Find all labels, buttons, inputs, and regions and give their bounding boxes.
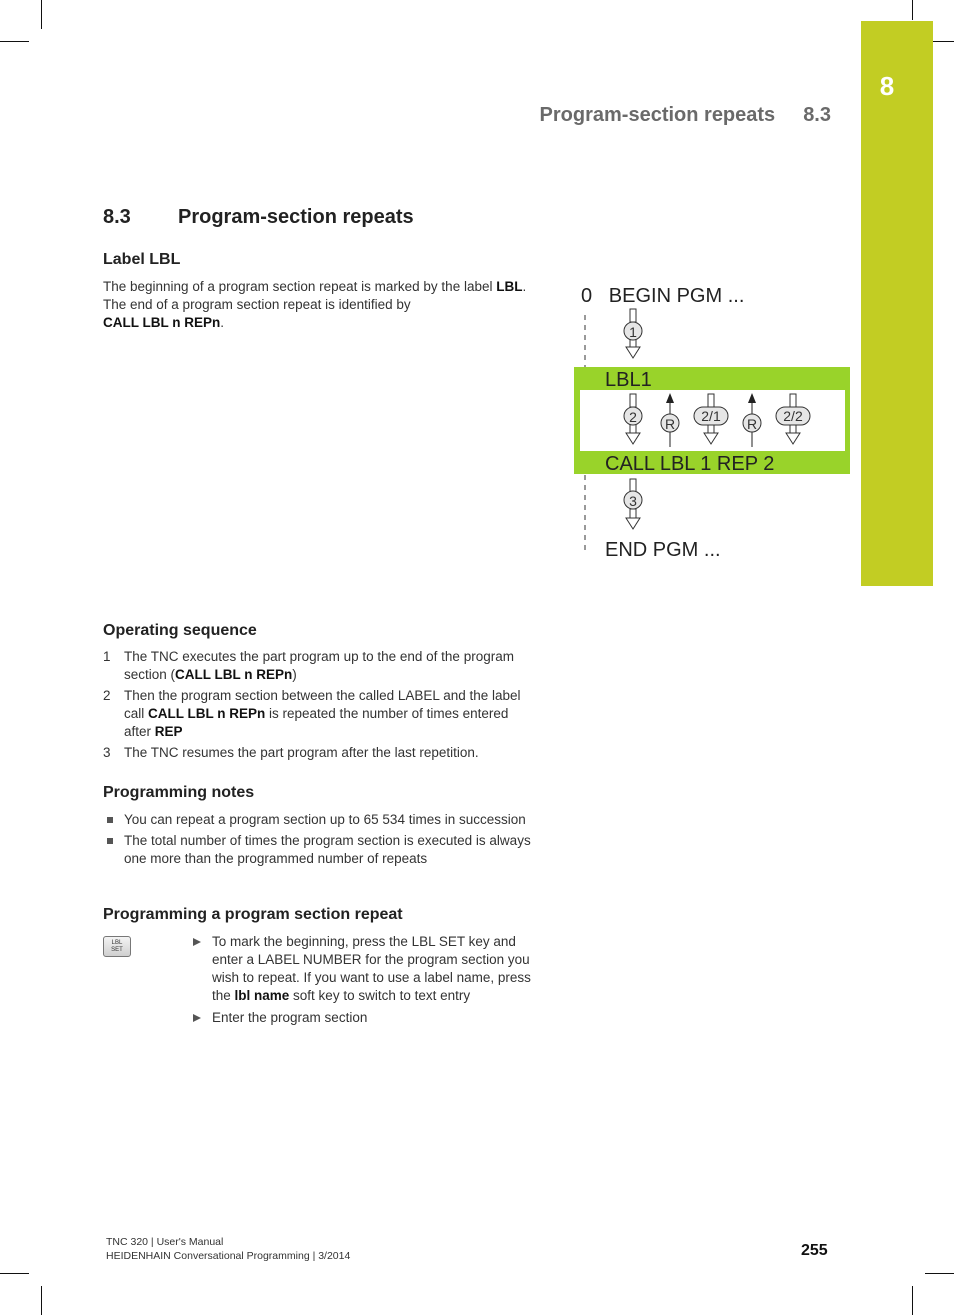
lbl-set-key-icon: LBL SET	[103, 936, 131, 957]
step-item: To mark the beginning, press the LBL SET…	[191, 933, 536, 1005]
bold-text: REP	[154, 724, 183, 739]
item-number: 1	[103, 649, 111, 664]
bold-text: CALL LBL n REPn	[103, 315, 221, 330]
label-line: LBL1	[605, 369, 652, 391]
chapter-tab: 8	[861, 21, 933, 586]
text: The TNC resumes the part program after t…	[124, 745, 479, 760]
list-item: 3 The TNC resumes the part program after…	[103, 744, 533, 762]
call-line: CALL LBL 1 REP 2	[605, 453, 774, 475]
crop-mark	[912, 1286, 913, 1315]
text: )	[292, 667, 297, 682]
running-header-title: Program-section repeats	[539, 104, 776, 126]
text: soft key to switch to text entry	[289, 988, 471, 1003]
running-header-number: 8.3	[803, 104, 831, 126]
running-header: Program-section repeats 8.3	[540, 104, 831, 127]
programming-notes-list: You can repeat a program section up to 6…	[103, 811, 533, 871]
end-pgm-line: END PGM ...	[605, 539, 721, 561]
crop-mark	[0, 1273, 29, 1274]
triangle-bullet-icon	[193, 1014, 201, 1022]
bullet-icon	[107, 838, 113, 844]
list-item: 1 The TNC executes the part program up t…	[103, 648, 533, 684]
step-label: 3	[629, 493, 637, 509]
step-item: Enter the program section	[191, 1009, 536, 1027]
list-item: 2 Then the program section between the c…	[103, 687, 533, 741]
bold-text: CALL LBL n REPn	[148, 706, 266, 721]
bold-text: CALL LBL n REPn	[175, 667, 293, 682]
step-label: 2	[629, 409, 637, 425]
step-3-arrow: 3	[623, 478, 643, 530]
heading-programming-notes: Programming notes	[103, 784, 255, 801]
text: The beginning of a program section repea…	[103, 279, 497, 294]
key-label: LBL	[111, 940, 123, 946]
text: Enter the program section	[212, 1010, 368, 1025]
step-1-arrow: 1	[623, 308, 643, 359]
list-item: The total number of times the program se…	[103, 832, 533, 868]
page-number: 255	[801, 1242, 828, 1259]
section-title-text: Program-section repeats	[178, 206, 414, 228]
text: .	[220, 315, 225, 330]
crop-mark	[41, 1286, 42, 1315]
item-number: 3	[103, 745, 111, 760]
footer-line: TNC 320 | User's Manual	[106, 1236, 224, 1248]
section-title: 8.3 Program-section repeats	[103, 206, 414, 229]
step-label: R	[665, 416, 675, 432]
triangle-bullet-icon	[193, 938, 201, 946]
footer: TNC 320 | User's Manual HEIDENHAIN Conve…	[106, 1235, 350, 1263]
operating-sequence-list: 1 The TNC executes the part program up t…	[103, 648, 533, 765]
heading-programming-repeat: Programming a program section repeat	[103, 906, 403, 923]
item-number: 2	[103, 688, 111, 703]
heading-operating-sequence: Operating sequence	[103, 622, 257, 639]
begin-pgm-line: 0 BEGIN PGM ...	[581, 285, 744, 307]
step-label: 1	[629, 324, 637, 340]
step-label: 2/1	[701, 408, 721, 424]
chapter-number: 8	[879, 71, 895, 101]
heading-label-lbl: Label LBL	[103, 251, 181, 268]
crop-mark	[41, 0, 42, 29]
crop-mark	[0, 41, 29, 42]
text: You can repeat a program section up to 6…	[124, 812, 526, 827]
bold-text: LBL	[496, 279, 523, 294]
program-section-repeat-diagram: 0 BEGIN PGM ... LBL1 CALL LBL 1 REP 2 EN…	[574, 285, 850, 561]
programming-steps: To mark the beginning, press the LBL SET…	[191, 933, 536, 1031]
bullet-icon	[107, 817, 113, 823]
step-label: R	[747, 416, 757, 432]
key-label: SET	[111, 947, 123, 953]
bold-text: lbl name	[234, 988, 290, 1003]
footer-line: HEIDENHAIN Conversational Programming | …	[106, 1250, 351, 1262]
section-number: 8.3	[103, 206, 131, 228]
crop-mark	[912, 0, 913, 20]
list-item: You can repeat a program section up to 6…	[103, 811, 533, 829]
crop-mark	[925, 1273, 954, 1274]
step-label: 2/2	[783, 408, 803, 424]
label-lbl-paragraph: The beginning of a program section repea…	[103, 278, 533, 332]
text: The total number of times the program se…	[124, 833, 531, 866]
crop-mark	[933, 41, 954, 42]
